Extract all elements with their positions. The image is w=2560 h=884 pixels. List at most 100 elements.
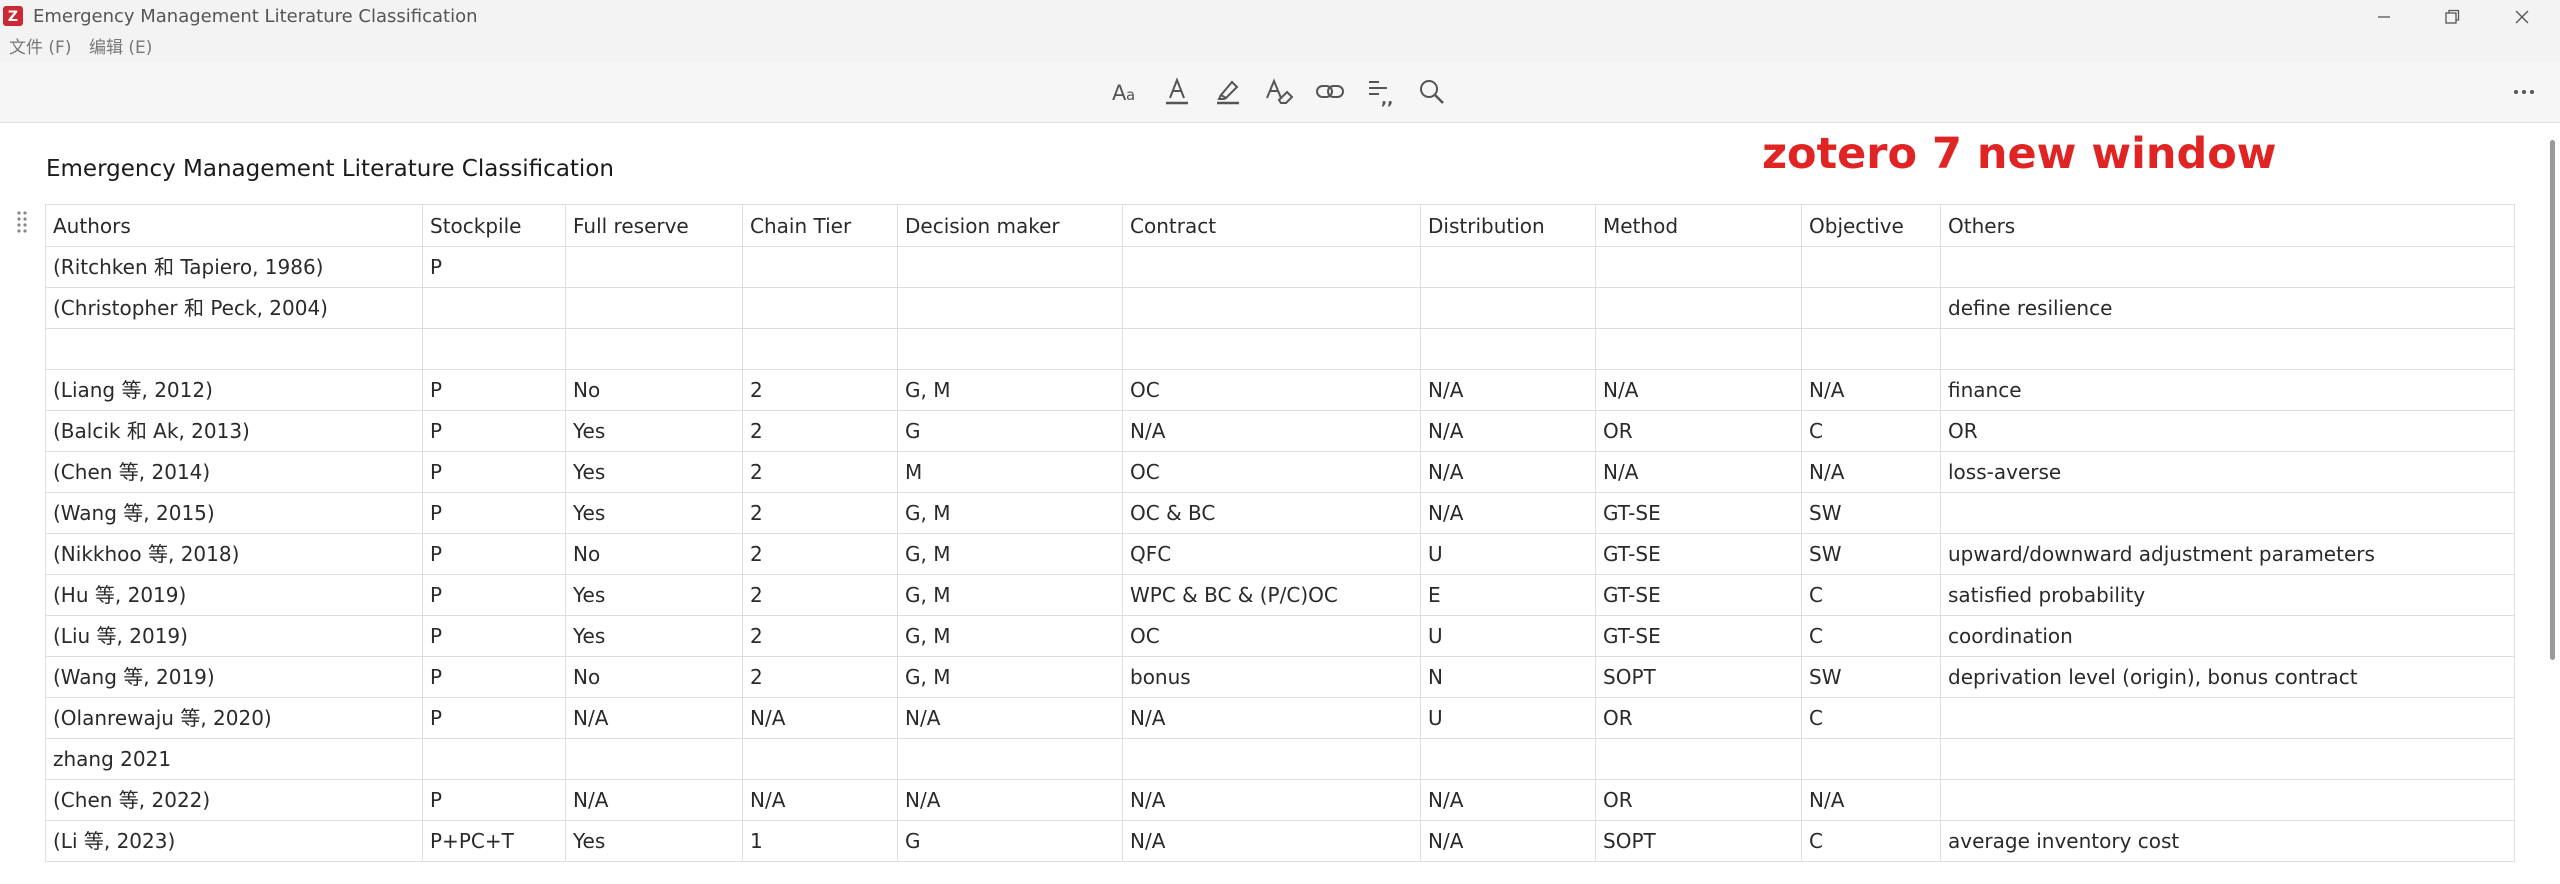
table-cell[interactable]: [1940, 697, 2515, 739]
table-cell[interactable]: SOPT: [1595, 656, 1802, 698]
table-cell[interactable]: GT-SE: [1595, 574, 1802, 616]
table-cell[interactable]: P: [422, 615, 566, 657]
table-cell[interactable]: C: [1801, 697, 1941, 739]
table-cell[interactable]: G, M: [897, 369, 1123, 411]
table-cell[interactable]: P: [422, 574, 566, 616]
table-cell[interactable]: G, M: [897, 574, 1123, 616]
citation-button[interactable]: ,,: [1362, 73, 1400, 111]
table-cell[interactable]: N/A: [1122, 697, 1421, 739]
column-header[interactable]: Decision maker: [897, 204, 1123, 247]
table-cell[interactable]: [1122, 328, 1421, 370]
table-cell[interactable]: N: [1420, 656, 1596, 698]
table-cell[interactable]: N/A: [1801, 779, 1941, 821]
table-cell[interactable]: N/A: [742, 697, 898, 739]
table-cell[interactable]: No: [565, 533, 743, 575]
table-cell[interactable]: [1595, 328, 1802, 370]
table-cell[interactable]: (Liang 等, 2012): [45, 369, 423, 411]
table-cell[interactable]: U: [1420, 697, 1596, 739]
table-cell[interactable]: zhang 2021: [45, 738, 423, 780]
table-cell[interactable]: N/A: [742, 779, 898, 821]
table-cell[interactable]: OC & BC: [1122, 492, 1421, 534]
menu-file[interactable]: 文件 (F): [9, 36, 71, 60]
table-cell[interactable]: [1420, 287, 1596, 329]
table-cell[interactable]: SW: [1801, 492, 1941, 534]
clear-format-button[interactable]: [1260, 73, 1298, 111]
table-cell[interactable]: P: [422, 697, 566, 739]
table-cell[interactable]: (Chen 等, 2014): [45, 451, 423, 493]
table-cell[interactable]: [742, 246, 898, 288]
table-cell[interactable]: [897, 738, 1123, 780]
table-cell[interactable]: Yes: [565, 615, 743, 657]
table-cell[interactable]: G: [897, 820, 1123, 862]
table-cell[interactable]: [1801, 246, 1941, 288]
table-cell[interactable]: U: [1420, 615, 1596, 657]
table-cell[interactable]: [45, 328, 423, 370]
table-cell[interactable]: Yes: [565, 410, 743, 452]
table-cell[interactable]: [565, 287, 743, 329]
table-cell[interactable]: (Nikkhoo 等, 2018): [45, 533, 423, 575]
table-cell[interactable]: [1420, 246, 1596, 288]
column-header[interactable]: Distribution: [1420, 204, 1596, 247]
table-cell[interactable]: N/A: [1122, 820, 1421, 862]
table-cell[interactable]: [1595, 738, 1802, 780]
table-cell[interactable]: [897, 328, 1123, 370]
text-color-button[interactable]: [1158, 73, 1196, 111]
table-cell[interactable]: Yes: [565, 574, 743, 616]
table-cell[interactable]: P: [422, 246, 566, 288]
table-cell[interactable]: N/A: [1122, 410, 1421, 452]
column-header[interactable]: Others: [1940, 204, 2515, 247]
table-cell[interactable]: [1595, 287, 1802, 329]
column-header[interactable]: Chain Tier: [742, 204, 898, 247]
table-cell[interactable]: finance: [1940, 369, 2515, 411]
menu-edit[interactable]: 编辑 (E): [89, 36, 152, 60]
close-button[interactable]: [2488, 0, 2556, 34]
table-cell[interactable]: (Ritchken 和 Tapiero, 1986): [45, 246, 423, 288]
table-cell[interactable]: No: [565, 369, 743, 411]
table-cell[interactable]: G, M: [897, 533, 1123, 575]
table-cell[interactable]: [565, 738, 743, 780]
table-cell[interactable]: OC: [1122, 451, 1421, 493]
table-cell[interactable]: N/A: [565, 697, 743, 739]
table-cell[interactable]: Yes: [565, 451, 743, 493]
table-cell[interactable]: upward/downward adjustment parameters: [1940, 533, 2515, 575]
table-cell[interactable]: GT-SE: [1595, 533, 1802, 575]
table-cell[interactable]: C: [1801, 615, 1941, 657]
table-cell[interactable]: P+PC+T: [422, 820, 566, 862]
table-cell[interactable]: G, M: [897, 492, 1123, 534]
drag-handle-icon[interactable]: [14, 209, 30, 233]
more-options-button[interactable]: [2505, 73, 2543, 111]
table-cell[interactable]: P: [422, 492, 566, 534]
table-cell[interactable]: bonus: [1122, 656, 1421, 698]
table-cell[interactable]: C: [1801, 574, 1941, 616]
table-cell[interactable]: [422, 328, 566, 370]
table-cell[interactable]: M: [897, 451, 1123, 493]
table-cell[interactable]: (Olanrewaju 等, 2020): [45, 697, 423, 739]
table-cell[interactable]: [1940, 738, 2515, 780]
table-cell[interactable]: G, M: [897, 615, 1123, 657]
table-cell[interactable]: QFC: [1122, 533, 1421, 575]
table-cell[interactable]: N/A: [1801, 451, 1941, 493]
table-cell[interactable]: 2: [742, 492, 898, 534]
table-cell[interactable]: [1940, 246, 2515, 288]
table-cell[interactable]: N/A: [1420, 820, 1596, 862]
table-cell[interactable]: [422, 287, 566, 329]
table-cell[interactable]: N/A: [1420, 451, 1596, 493]
scrollbar-thumb[interactable]: [2550, 140, 2555, 660]
table-cell[interactable]: N/A: [1420, 492, 1596, 534]
table-cell[interactable]: OR: [1595, 697, 1802, 739]
column-header[interactable]: Authors: [45, 204, 423, 247]
column-header[interactable]: Contract: [1122, 204, 1421, 247]
table-cell[interactable]: P: [422, 656, 566, 698]
table-cell[interactable]: 2: [742, 410, 898, 452]
table-cell[interactable]: [742, 287, 898, 329]
highlight-button[interactable]: [1209, 73, 1247, 111]
table-cell[interactable]: OC: [1122, 615, 1421, 657]
table-cell[interactable]: WPC & BC & (P/C)OC: [1122, 574, 1421, 616]
table-cell[interactable]: [1420, 738, 1596, 780]
table-cell[interactable]: 2: [742, 451, 898, 493]
table-cell[interactable]: coordination: [1940, 615, 2515, 657]
table-cell[interactable]: 2: [742, 533, 898, 575]
table-cell[interactable]: SW: [1801, 533, 1941, 575]
table-cell[interactable]: Yes: [565, 820, 743, 862]
table-cell[interactable]: [1122, 246, 1421, 288]
